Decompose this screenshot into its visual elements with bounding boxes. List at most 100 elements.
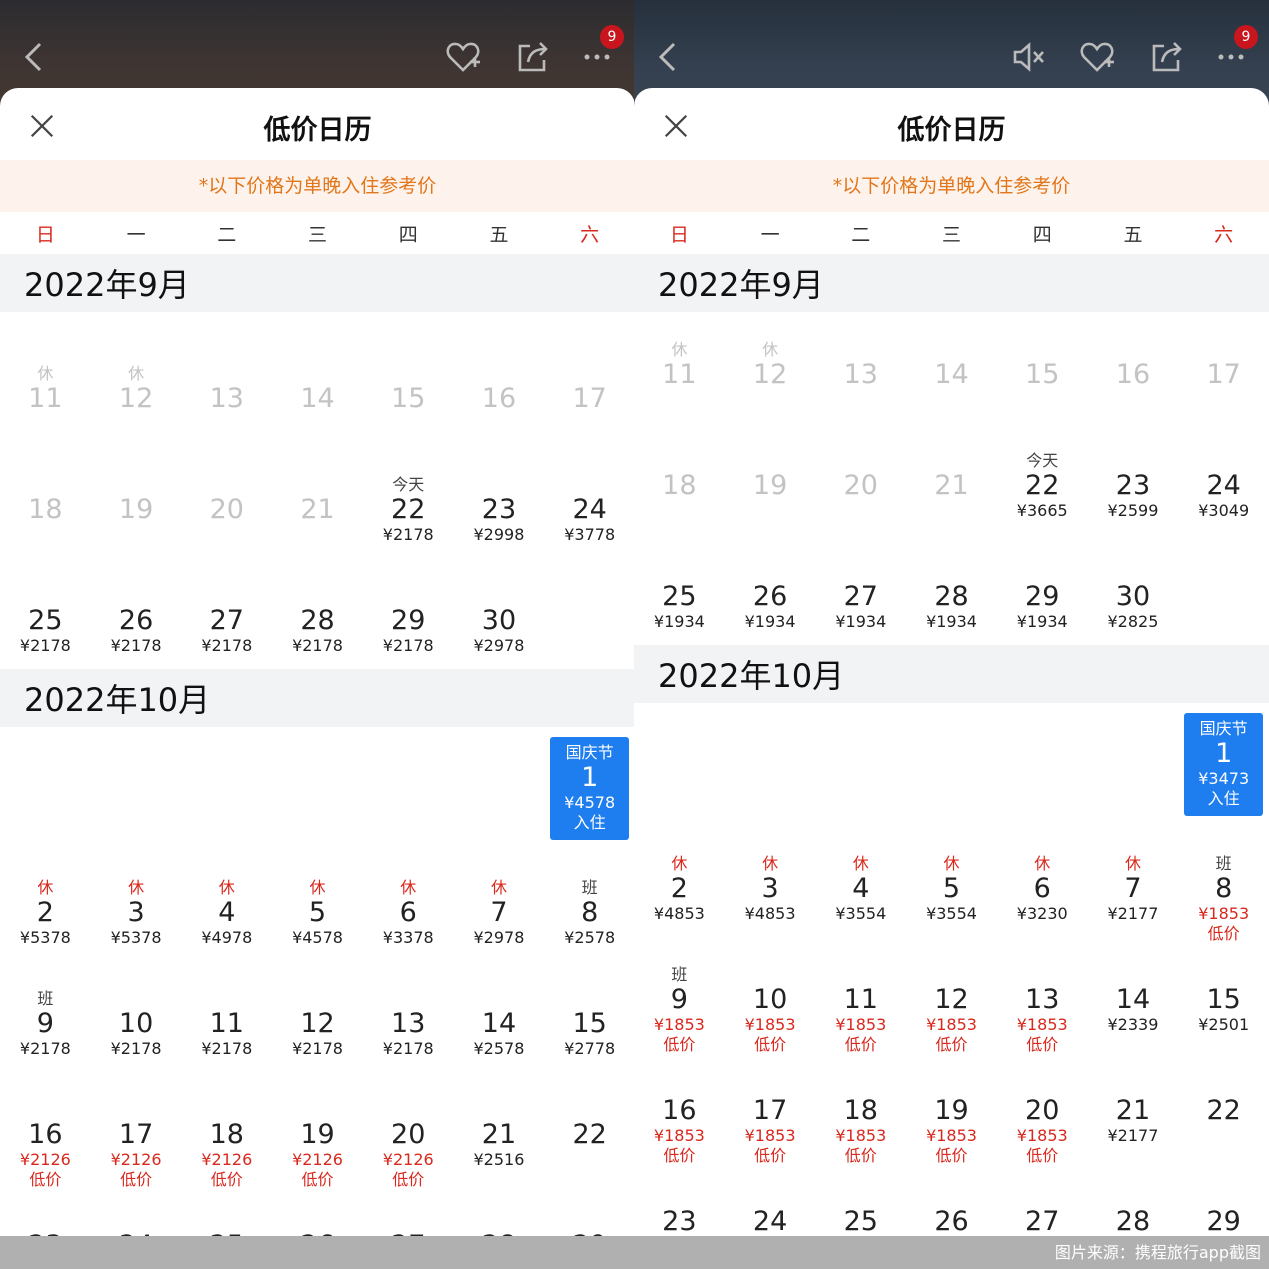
day-cell[interactable]: 班 8 ¥1853 低价	[1178, 826, 1269, 943]
day-cell[interactable]: 12 ¥1853 低价	[906, 937, 997, 1055]
day-cell[interactable]: 15 ¥2778	[544, 961, 635, 1072]
day-cell[interactable]: 19 ¥2126 低价	[272, 1072, 363, 1190]
day-cell[interactable]: 20 ¥2126 低价	[363, 1072, 454, 1190]
day-cell[interactable]: 25	[181, 1183, 272, 1237]
day-cell[interactable]: 休 3 ¥4853	[725, 826, 816, 937]
empty-day-cell	[363, 739, 454, 850]
day-cell[interactable]: 16 ¥1853 低价	[634, 1048, 725, 1166]
day-content: 20	[181, 475, 272, 525]
day-cell[interactable]: 16 ¥2126 低价	[0, 1072, 91, 1190]
day-cell[interactable]: 休 5 ¥4578	[272, 850, 363, 961]
price-notice: *以下价格为单晚入住参考价	[0, 160, 635, 212]
day-cell[interactable]: 今天 22 ¥2178	[363, 447, 454, 558]
day-cell[interactable]: 13 ¥2178	[363, 961, 454, 1072]
day-cell[interactable]: 11 ¥1853 低价	[815, 937, 906, 1055]
day-cell[interactable]: 28	[1088, 1159, 1179, 1237]
day-cell[interactable]: 23	[634, 1159, 725, 1237]
day-cell[interactable]: 28 ¥2178	[272, 558, 363, 669]
day-tag	[815, 1076, 906, 1096]
day-content: 24 ¥3049	[1178, 451, 1269, 521]
day-cell[interactable]: 休 7 ¥2978	[454, 850, 545, 961]
day-cell[interactable]: 24 ¥3778	[544, 447, 635, 558]
day-price: ¥2126	[201, 1150, 253, 1169]
day-cell[interactable]: 24	[725, 1159, 816, 1237]
day-cell[interactable]: 26	[906, 1159, 997, 1237]
day-cell[interactable]: 26 ¥1934	[725, 534, 816, 645]
day-cell[interactable]: 14 ¥2578	[454, 961, 545, 1072]
day-cell[interactable]: 20 ¥1853 低价	[997, 1048, 1088, 1166]
day-cell[interactable]: 13 ¥1853 低价	[997, 937, 1088, 1055]
day-cell[interactable]: 班 8 ¥2578	[544, 850, 635, 961]
day-cell[interactable]: 24 ¥3049	[1178, 423, 1269, 534]
day-cell[interactable]: 27 ¥2178	[181, 558, 272, 669]
day-cell[interactable]: 今天 22 ¥3665	[997, 423, 1088, 534]
day-cell[interactable]: 27	[997, 1159, 1088, 1237]
day-cell[interactable]: 29 ¥1934	[997, 534, 1088, 645]
day-cell[interactable]: 休 4 ¥4978	[181, 850, 272, 961]
day-cell[interactable]: 17 ¥1853 低价	[725, 1048, 816, 1166]
day-cell[interactable]: 休 2 ¥5378	[0, 850, 91, 961]
day-content: 22	[544, 1100, 635, 1150]
back-arrow-icon[interactable]	[648, 36, 690, 78]
day-cell[interactable]: 25 ¥1934	[634, 534, 725, 645]
day-cell[interactable]: 28	[454, 1183, 545, 1237]
selected-day-highlight[interactable]: 国庆节 1 ¥3473 入住	[1184, 713, 1264, 816]
day-cell[interactable]: 12 ¥2178	[272, 961, 363, 1072]
day-cell[interactable]: 22	[1178, 1048, 1269, 1159]
day-cell[interactable]: 23 ¥2998	[454, 447, 545, 558]
day-tag	[906, 562, 997, 582]
day-cell[interactable]: 11 ¥2178	[181, 961, 272, 1072]
day-cell[interactable]: 29	[544, 1183, 635, 1237]
day-cell[interactable]: 26	[272, 1183, 363, 1237]
day-cell[interactable]: 15 ¥2501	[1178, 937, 1269, 1048]
selected-day-highlight[interactable]: 国庆节 1 ¥4578 入住	[550, 737, 630, 840]
day-price: ¥1853	[835, 1126, 887, 1145]
day-cell[interactable]: 国庆节 1 ¥3473 入住	[1178, 713, 1269, 826]
day-cell[interactable]: 休 7 ¥2177	[1088, 826, 1179, 937]
day-number: 10	[752, 984, 788, 1015]
share-icon[interactable]	[1146, 36, 1188, 78]
day-cell[interactable]: 25 ¥2178	[0, 558, 91, 669]
day-content: 班 9 ¥2178	[0, 989, 91, 1059]
heart-plus-icon[interactable]	[442, 36, 484, 78]
day-cell[interactable]: 休 6 ¥3378	[363, 850, 454, 961]
day-cell[interactable]: 27 ¥1934	[815, 534, 906, 645]
day-cell[interactable]: 30 ¥2825	[1088, 534, 1179, 645]
heart-plus-icon[interactable]	[1076, 36, 1118, 78]
day-cell[interactable]: 26 ¥2178	[91, 558, 182, 669]
back-arrow-icon[interactable]	[14, 36, 56, 78]
day-cell[interactable]: 28 ¥1934	[906, 534, 997, 645]
day-cell[interactable]: 21 ¥2177	[1088, 1048, 1179, 1159]
day-cell[interactable]: 14 ¥2339	[1088, 937, 1179, 1048]
day-cell: 20	[815, 423, 906, 534]
day-cell[interactable]: 29 ¥2178	[363, 558, 454, 669]
day-cell[interactable]: 23 ¥2599	[1088, 423, 1179, 534]
day-cell[interactable]: 27	[363, 1183, 454, 1237]
share-icon[interactable]	[512, 36, 554, 78]
day-cell[interactable]: 25	[815, 1159, 906, 1237]
day-cell[interactable]: 休 2 ¥4853	[634, 826, 725, 937]
mute-icon[interactable]	[1008, 36, 1050, 78]
day-cell[interactable]: 19 ¥1853 低价	[906, 1048, 997, 1166]
day-number: 17	[1206, 359, 1241, 390]
day-cell[interactable]: 班 9 ¥1853 低价	[634, 937, 725, 1054]
day-cell[interactable]: 23	[0, 1183, 91, 1237]
day-cell[interactable]: 班 9 ¥2178	[0, 961, 91, 1072]
day-cell[interactable]: 休 3 ¥5378	[91, 850, 182, 961]
day-cell[interactable]: 休 5 ¥3554	[906, 826, 997, 937]
day-cell[interactable]: 休 6 ¥3230	[997, 826, 1088, 937]
day-cell[interactable]: 18 ¥1853 低价	[815, 1048, 906, 1166]
day-cell[interactable]: 10 ¥1853 低价	[725, 937, 816, 1055]
day-price: ¥3230	[1016, 904, 1068, 923]
day-cell[interactable]: 18 ¥2126 低价	[181, 1072, 272, 1190]
day-cell[interactable]: 30 ¥2978	[454, 558, 545, 669]
day-cell[interactable]: 24	[91, 1183, 182, 1237]
day-cell[interactable]: 17 ¥2126 低价	[91, 1072, 182, 1190]
day-tag	[272, 586, 363, 606]
day-cell[interactable]: 国庆节 1 ¥4578 入住	[544, 737, 635, 850]
day-cell[interactable]: 22	[544, 1072, 635, 1183]
day-cell[interactable]: 29	[1178, 1159, 1269, 1237]
day-cell[interactable]: 10 ¥2178	[91, 961, 182, 1072]
day-cell[interactable]: 21 ¥2516	[454, 1072, 545, 1183]
day-cell[interactable]: 休 4 ¥3554	[815, 826, 906, 937]
